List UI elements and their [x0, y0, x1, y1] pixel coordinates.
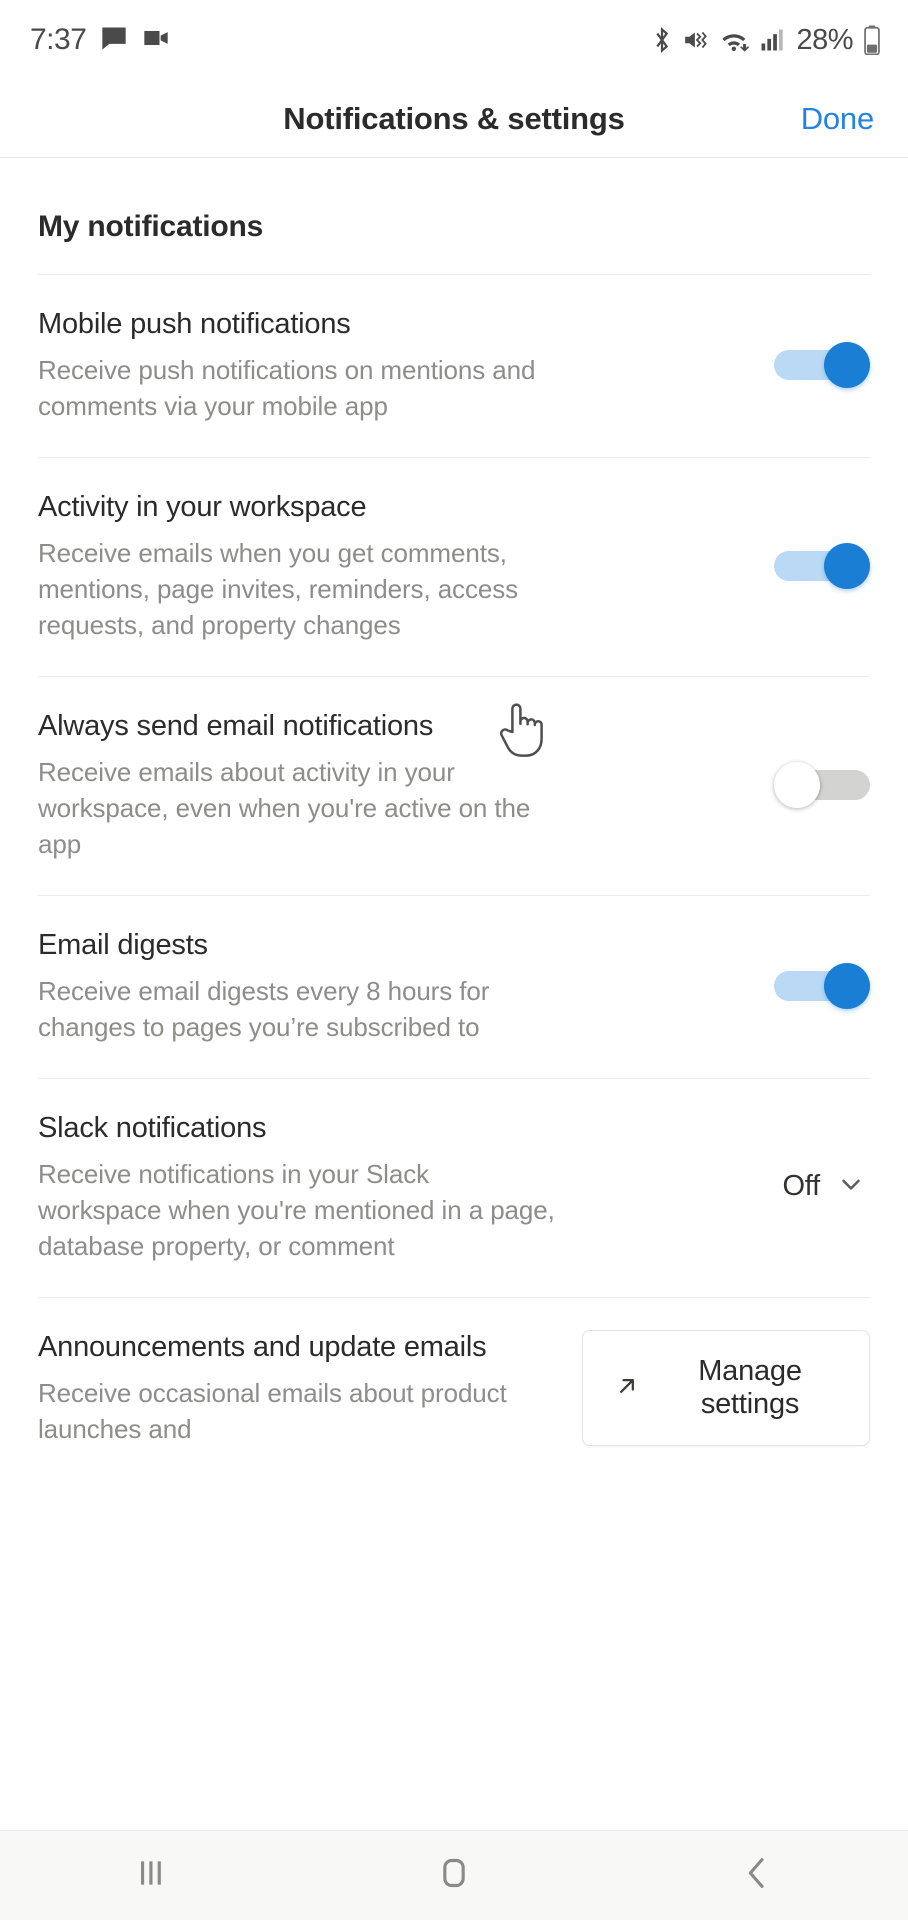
toggle-thumb: [824, 962, 870, 1009]
phone-screen: 7:37 28% Notifications & settings Done M…: [0, 0, 908, 1920]
toggle-thumb: [824, 542, 870, 589]
wifi-icon: [720, 26, 750, 54]
row-description: Receive emails when you get comments, me…: [38, 538, 519, 641]
toggle-thumb: [774, 761, 820, 808]
row-text: Mobile push notifications Receive push n…: [38, 305, 558, 425]
manage-settings-button[interactable]: Manage settings: [582, 1329, 870, 1446]
select-value: Off: [782, 1170, 820, 1203]
settings-scroll-area[interactable]: My notifications Mobile push notificatio…: [0, 158, 908, 1830]
mute-vibrate-icon: [683, 26, 711, 54]
row-control: [750, 542, 870, 589]
section-title-my-notifications: My notifications: [38, 210, 264, 243]
app-header: Notifications & settings Done: [0, 80, 908, 158]
row-control: [750, 962, 870, 1009]
setting-row-announcements[interactable]: Announcements and update emails Receive …: [0, 1298, 908, 1480]
row-description: Receive emails about activity in your wo…: [38, 757, 531, 859]
setting-row-slack-notifications[interactable]: Slack notifications Receive notification…: [0, 1079, 908, 1297]
toggle-email-digests[interactable]: [774, 962, 870, 1009]
setting-row-always-send-email[interactable]: Always send email notifications Receive …: [0, 677, 908, 895]
external-link-arrow-icon: [613, 1372, 641, 1403]
row-control: [750, 342, 870, 388]
toggle-always-send-email[interactable]: [774, 761, 870, 808]
row-control: [750, 761, 870, 808]
recents-button[interactable]: [61, 1831, 241, 1920]
row-text: Email digests Receive email digests ever…: [38, 926, 558, 1046]
status-bar-clock: 7:37: [30, 23, 87, 56]
chevron-down-icon: [836, 1169, 866, 1204]
done-button[interactable]: Done: [801, 101, 875, 137]
status-bar-left: 7:37: [30, 23, 170, 57]
row-title: Email digests: [38, 928, 208, 961]
android-navigation-bar: [0, 1830, 908, 1920]
recents-icon: [131, 1853, 171, 1898]
row-title: Mobile push notifications: [38, 308, 351, 340]
row-title: Announcements and update emails: [38, 1330, 487, 1363]
row-text: Announcements and update emails Receive …: [38, 1328, 558, 1448]
page-title: Notifications & settings: [283, 100, 625, 136]
manage-settings-label: Manage settings: [698, 1354, 802, 1420]
home-icon: [434, 1853, 474, 1898]
status-bar-right: 28%: [650, 24, 882, 57]
row-title: Activity in your workspace: [38, 491, 367, 524]
row-description: Receive occasional emails about product …: [38, 1377, 507, 1444]
battery-icon: [862, 25, 882, 55]
row-title: Slack notifications: [38, 1111, 267, 1144]
row-title: Always send email notifications: [38, 709, 434, 742]
row-control: Off: [754, 1163, 870, 1210]
bluetooth-icon: [650, 26, 674, 54]
message-icon: [100, 24, 128, 57]
back-icon: [737, 1853, 777, 1898]
setting-row-mobile-push[interactable]: Mobile push notifications Receive push n…: [0, 275, 908, 457]
row-control: Manage settings: [558, 1329, 870, 1446]
battery-percent-label: 28%: [796, 23, 853, 56]
video-camera-icon: [142, 24, 170, 57]
toggle-activity-workspace[interactable]: [774, 542, 870, 589]
row-description: Receive push notifications on mentions a…: [38, 355, 536, 422]
home-button[interactable]: [364, 1831, 544, 1920]
row-text: Always send email notifications Receive …: [38, 707, 558, 863]
setting-row-email-digests[interactable]: Email digests Receive email digests ever…: [0, 896, 908, 1078]
toggle-thumb: [824, 342, 870, 388]
row-text: Activity in your workspace Receive email…: [38, 488, 558, 644]
slack-notifications-select[interactable]: Off: [778, 1163, 870, 1210]
row-description: Receive email digests every 8 hours for …: [38, 976, 490, 1042]
status-bar: 7:37 28%: [0, 0, 908, 80]
back-button[interactable]: [667, 1831, 847, 1920]
toggle-mobile-push[interactable]: [774, 342, 870, 388]
row-description: Receive notifications in your Slack work…: [38, 1159, 555, 1261]
row-text: Slack notifications Receive notification…: [38, 1109, 558, 1265]
cellular-signal-icon: [759, 26, 785, 54]
setting-row-activity-workspace[interactable]: Activity in your workspace Receive email…: [0, 458, 908, 676]
